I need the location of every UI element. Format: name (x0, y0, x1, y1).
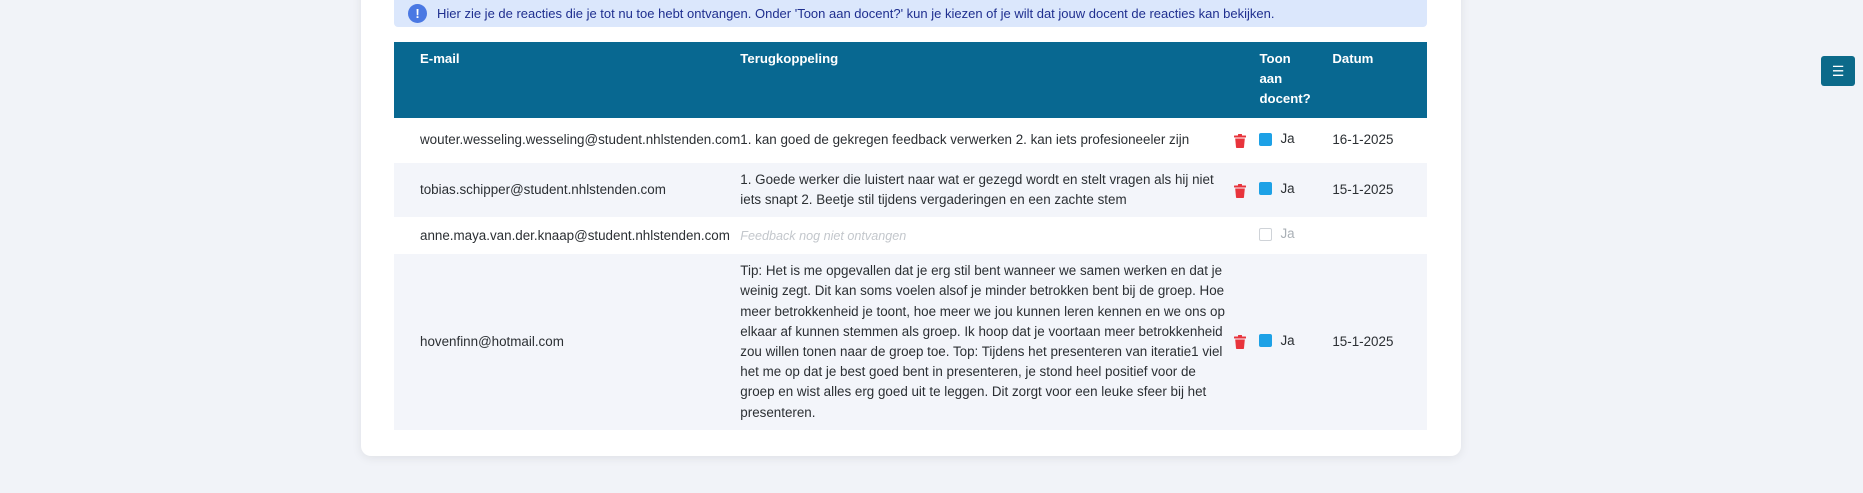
row-date: 16-1-2025 (1332, 132, 1394, 148)
row-delete-cell (1234, 217, 1259, 254)
row-feedback: Feedback nog niet ontvangen (740, 217, 1234, 254)
table-row: anne.maya.van.der.knaap@student.nhlstend… (394, 217, 1427, 254)
header-show-to-teacher: Toon aan docent? (1259, 42, 1332, 118)
row-show-to-teacher: Ja (1259, 254, 1332, 430)
checkbox-unchecked-icon[interactable] (1259, 228, 1273, 241)
row-email: wouter.wesseling.wesseling@student.nhlst… (420, 132, 741, 148)
header-date: Datum (1332, 51, 1374, 66)
exclamation-icon: ! (408, 4, 427, 23)
trash-icon[interactable] (1234, 183, 1247, 198)
row-feedback: Tip: Het is me opgevallen dat je erg sti… (740, 263, 1225, 420)
table-row: tobias.schipper@student.nhlstenden.com 1.… (394, 163, 1427, 218)
table-row: hovenfinn@hotmail.com Tip: Het is me opge… (394, 254, 1427, 430)
row-email: tobias.schipper@student.nhlstenden.com (420, 182, 666, 198)
feedback-placeholder: Feedback nog niet ontvangen (740, 228, 907, 243)
header-show-label: Toon aan docent? (1259, 51, 1311, 106)
checkbox-checked-icon[interactable] (1259, 132, 1273, 146)
table-header-row: E-mail Terugkoppeling Toon aan docent? D… (394, 42, 1427, 118)
checkbox-label: Ja (1280, 332, 1295, 348)
checkbox-label: Ja (1280, 180, 1295, 196)
info-alert: ! Hier zie je de reacties die je tot nu … (394, 0, 1427, 27)
show-to-teacher-checkbox[interactable]: Ja (1259, 224, 1295, 244)
table-row: wouter.wesseling.wesseling@student.nhlst… (394, 118, 1427, 163)
hamburger-menu-icon: ☰ (1831, 62, 1845, 79)
checkbox-label: Ja (1280, 226, 1295, 242)
row-email: hovenfinn@hotmail.com (420, 333, 564, 349)
feedback-table: E-mail Terugkoppeling Toon aan docent? D… (394, 42, 1427, 430)
show-to-teacher-checkbox[interactable]: Ja (1259, 331, 1295, 351)
row-date: 15-1-2025 (1332, 182, 1394, 198)
header-email: E-mail (420, 51, 460, 66)
row-delete-cell (1234, 163, 1259, 217)
trash-icon[interactable] (1234, 335, 1247, 350)
header-feedback: Terugkoppeling (740, 51, 839, 66)
row-delete-cell (1234, 118, 1259, 163)
row-feedback: 1. Goede werker die luistert naar wat er… (740, 172, 1214, 208)
info-alert-text: Hier zie je de reacties die je tot nu to… (437, 6, 1275, 21)
show-to-teacher-checkbox[interactable]: Ja (1259, 179, 1295, 199)
row-show-to-teacher: Ja (1259, 163, 1332, 217)
row-show-to-teacher: Ja (1259, 118, 1332, 163)
checkbox-checked-icon[interactable] (1259, 182, 1273, 196)
checkbox-label: Ja (1280, 131, 1295, 147)
sidebar-toggle-button[interactable]: ☰ (1821, 56, 1855, 86)
header-delete (1234, 42, 1259, 118)
row-date: 15-1-2025 (1332, 333, 1394, 349)
row-date (1332, 217, 1427, 254)
row-show-to-teacher: Ja (1259, 217, 1332, 254)
trash-icon[interactable] (1234, 133, 1247, 148)
checkbox-checked-icon[interactable] (1259, 334, 1273, 348)
show-to-teacher-checkbox[interactable]: Ja (1259, 129, 1295, 149)
row-delete-cell (1234, 254, 1259, 430)
row-email: anne.maya.van.der.knaap@student.nhlstend… (420, 227, 730, 243)
row-feedback: 1. kan goed de gekregen feedback verwerk… (740, 132, 1190, 148)
